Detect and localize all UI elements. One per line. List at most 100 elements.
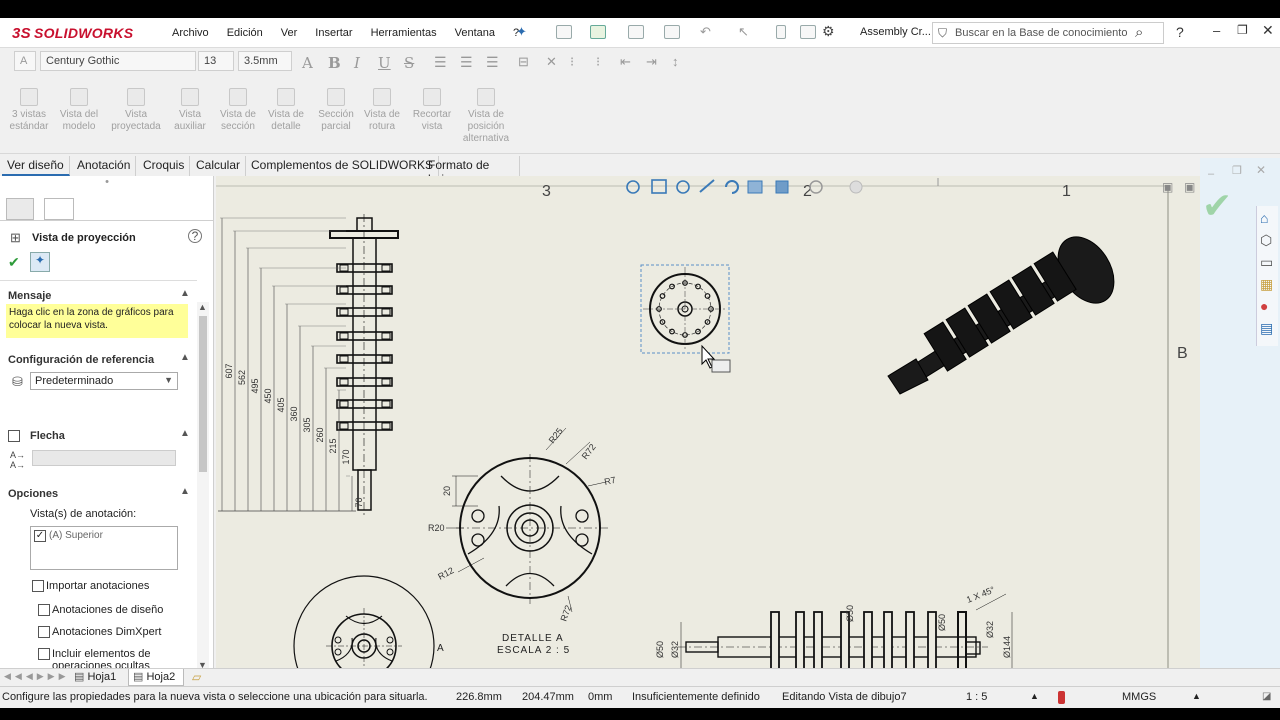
dimension-value[interactable]: 360 [289,406,299,421]
scale-up-icon[interactable]: ▲ [1030,691,1039,701]
dimension-value[interactable]: 405 [276,397,286,412]
ok-check-icon[interactable]: ✔ [8,254,20,271]
dimension-value[interactable]: 215 [328,438,338,453]
auxiliary-view-button[interactable]: Vista auxiliar [164,88,216,133]
import-annotations-checkbox[interactable] [32,580,44,592]
scroll-up-icon[interactable]: ▲ [198,302,207,312]
knowledge-base-search[interactable]: ⛉ Buscar en la Base de conocimiento ⌕ [932,22,1164,44]
diameter-label[interactable]: Ø32 [670,641,680,658]
collapse-options-icon[interactable]: ▲ [180,486,190,497]
arrow-checkbox[interactable] [8,430,20,442]
scrollbar-thumb[interactable] [199,316,207,472]
numbering-icon[interactable]: ⁝ [596,54,600,70]
collapse-ref-config-icon[interactable]: ▲ [180,352,190,363]
panel-scrollbar[interactable]: ▲ ▼ [197,302,209,672]
open-document-icon[interactable] [590,25,606,39]
broken-out-section-button[interactable]: Sección parcial [310,88,362,133]
projected-view-button[interactable]: Vista proyectada [110,88,162,133]
confirmation-check-icon[interactable]: ✔ [1202,188,1232,224]
tab-calcular[interactable]: Calcular [191,156,247,176]
new-document-icon[interactable] [556,25,572,39]
file-explorer-icon[interactable]: ▭ [1260,254,1273,271]
pin-icon[interactable]: ✦ [516,24,527,40]
model-view-button[interactable]: Vista del modelo [53,88,105,133]
text-style-icon[interactable]: A [302,54,313,72]
unit-menu-icon[interactable]: ▲ [1192,691,1201,701]
italic-icon[interactable]: I [354,54,360,72]
tab-croquis[interactable]: Croquis [138,156,191,176]
menu-ventana[interactable]: Ventana [455,27,495,39]
undo-icon[interactable]: ↶ [700,24,711,40]
dimension-value[interactable]: 495 [250,378,260,393]
search-input-placeholder[interactable]: Buscar en la Base de conocimiento [955,27,1127,39]
sheet-nav-icons[interactable]: ◀◀◀▶▶▶ [4,671,70,682]
view-orientation-icon[interactable] [747,180,763,194]
align-left-icon[interactable]: ☰ [434,54,447,71]
radius-label[interactable]: R20 [428,523,445,533]
dimension-value[interactable]: 260 [315,427,325,442]
section-view-button[interactable]: Vista de sección [212,88,264,133]
panel-splitter[interactable]: • [0,176,214,196]
text-height-input[interactable]: 3.5mm [238,51,292,71]
dimension-value[interactable]: 450 [263,388,273,403]
print-icon[interactable] [664,25,680,39]
close-icon[interactable]: ✕ [1262,22,1274,39]
solidworks-logo[interactable]: 3S SOLIDWORKS [12,22,142,44]
resources-icon[interactable]: ⬡ [1260,232,1272,249]
options-gear-icon[interactable]: ⚙ [822,23,835,40]
dimension-label[interactable]: 20 [442,486,452,496]
rebuild-status-icon[interactable] [1058,691,1065,704]
help-icon[interactable]: ? [188,229,202,243]
hidden-elements-checkbox[interactable] [38,648,50,660]
strikethrough-icon[interactable]: S [404,54,414,72]
bullets-icon[interactable]: ⁝ [570,54,574,70]
restore-icon[interactable]: ❐ [1237,23,1248,37]
stack-icon[interactable]: ⊟ [518,54,529,70]
tab-anotacion[interactable]: Anotación [72,156,137,176]
diameter-label[interactable]: Ø50 [845,605,855,622]
dimxpert-annotations-checkbox[interactable] [38,626,50,638]
graphics-area[interactable]: 3 2 1 B 607 562 495 450 405 360 305 260 … [216,176,1200,673]
align-center-icon[interactable]: ☰ [460,54,473,71]
tab-complementos[interactable]: Complementos de SOLIDWORKS [246,156,440,176]
custom-properties-icon[interactable]: ▤ [1260,320,1273,337]
underline-icon[interactable]: U [378,54,391,72]
dimension-value[interactable]: 607 [224,363,234,378]
home-icon[interactable]: ⌂ [1260,210,1268,226]
message-header[interactable]: Mensaje [8,290,51,302]
diameter-label[interactable]: Ø50 [655,641,665,658]
help-icon[interactable]: ? [1176,24,1184,40]
dimension-value[interactable]: 305 [302,417,312,432]
break-view-button[interactable]: Vista de rotura [356,88,408,133]
menu-ver[interactable]: Ver [281,27,298,39]
appearances-icon[interactable]: ● [1260,298,1268,314]
tab-formato-hoja[interactable]: Formato de hoja [423,156,520,186]
display-style-icon[interactable] [775,180,789,194]
minimize-icon[interactable]: – [1213,23,1220,38]
collapse-message-icon[interactable]: ▲ [180,288,190,299]
rebuild-icon[interactable] [776,25,786,39]
sheet-tab-2[interactable]: ▤ Hoja2 [128,669,184,686]
detail-view-button[interactable]: Vista de detalle [260,88,312,133]
unit-system[interactable]: MMGS [1122,691,1156,703]
diameter-label[interactable]: Ø144 [1002,636,1012,658]
expand-status-icon[interactable]: ◪ [1262,691,1271,702]
collapse-arrow-icon[interactable]: ▲ [180,428,190,439]
search-icon[interactable]: ⌕ [1135,24,1143,41]
tile-window-icon[interactable]: ▣ [1162,180,1173,194]
arrow-label-input[interactable] [32,450,176,466]
dimension-value[interactable]: 562 [237,370,247,385]
menu-herramientas[interactable]: Herramientas [371,27,437,39]
flip-icon[interactable]: ✕ [546,54,557,70]
annotation-view-checkbox[interactable]: ✓ [34,530,46,542]
arrow-header[interactable]: Flecha [30,430,65,442]
view-palette-icon[interactable]: ▦ [1260,276,1273,293]
apply-scene-icon[interactable] [849,180,863,194]
menu-edicion[interactable]: Edición [227,27,263,39]
feature-manager-tab-icon[interactable] [6,198,34,220]
minimize-doc-icon[interactable]: – [1208,168,1214,180]
sheet-scale[interactable]: 1 : 5 [966,691,987,703]
crop-view-button[interactable]: Recortar vista [406,88,458,133]
menu-archivo[interactable]: Archivo [172,27,209,39]
ref-config-header[interactable]: Configuración de referencia [8,354,154,366]
